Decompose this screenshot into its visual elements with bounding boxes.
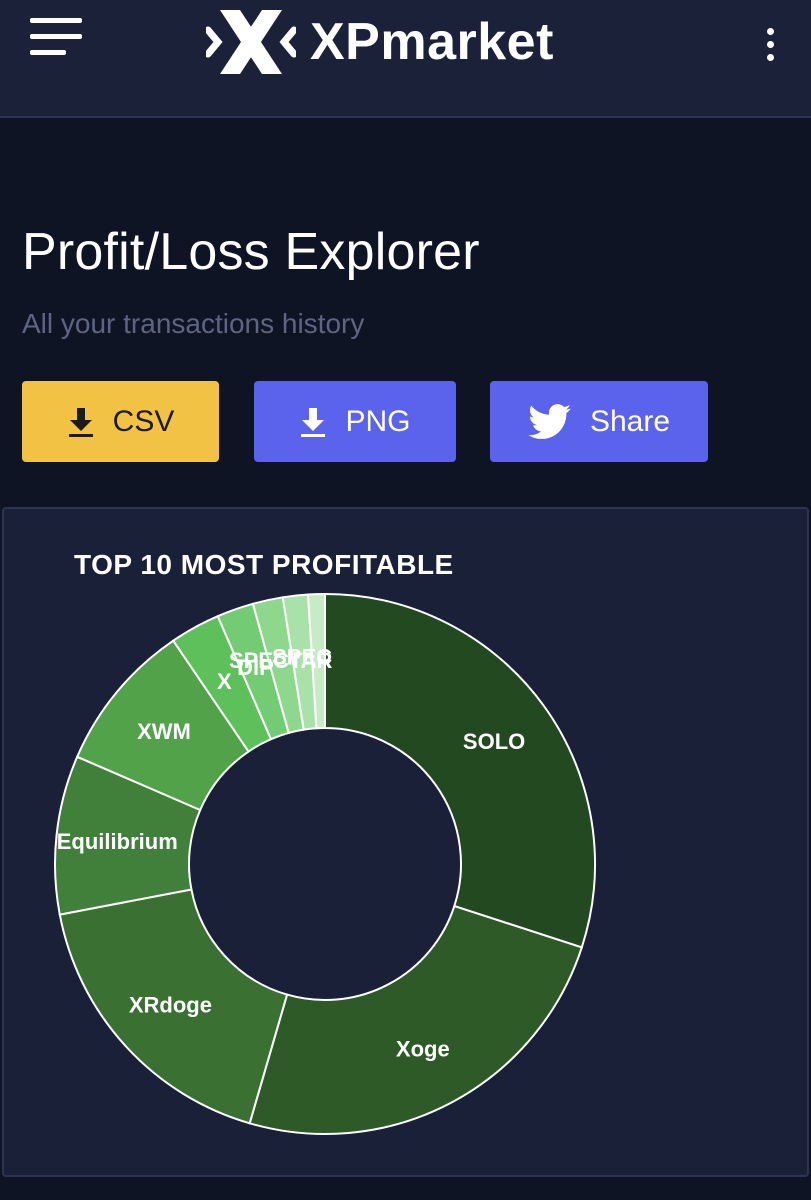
share-button-label: Share	[589, 404, 671, 438]
page-subtitle: All your transactions history	[22, 308, 365, 339]
xpmarket-logo[interactable]: XPmarket	[206, 0, 554, 84]
download-icon	[67, 406, 95, 438]
slice-label-xoge: Xoge	[396, 1037, 450, 1062]
slice-label-xrdoge: XRdoge	[129, 993, 212, 1018]
slice-label-solo: SOLO	[463, 729, 525, 754]
download-png-button[interactable]: PNG	[254, 381, 456, 462]
download-csv-button[interactable]: CSV	[22, 381, 219, 462]
share-button[interactable]: Share	[490, 381, 708, 462]
slice-label-xwm: XWM	[137, 719, 191, 744]
app-header: XPmarket	[0, 0, 811, 118]
profit-donut-chart: SOLOXogeXRdogeEquilibriumXWMXDIPSPECTARS…	[54, 592, 596, 1135]
profit-chart-card: TOP 10 MOST PROFITABLE SOLO Xoge XRdoge Equ…	[2, 507, 809, 1177]
xpmarket-logo-icon	[206, 10, 296, 74]
csv-button-label: CSV	[112, 404, 175, 438]
hamburger-menu-icon[interactable]	[30, 16, 84, 56]
more-vertical-icon[interactable]	[758, 24, 782, 64]
slice-solo[interactable]	[324, 592, 596, 949]
download-icon	[299, 406, 327, 438]
slice-label-sprice: SPEC	[272, 644, 332, 669]
logo-text: XPmarket	[310, 13, 554, 71]
twitter-icon	[528, 403, 572, 440]
slice-xoge[interactable]	[248, 904, 584, 1135]
slice-label-equilibrium: Equilibrium	[57, 829, 178, 854]
png-button-label: PNG	[345, 404, 411, 438]
page-title: Profit/Loss Explorer	[22, 223, 480, 281]
